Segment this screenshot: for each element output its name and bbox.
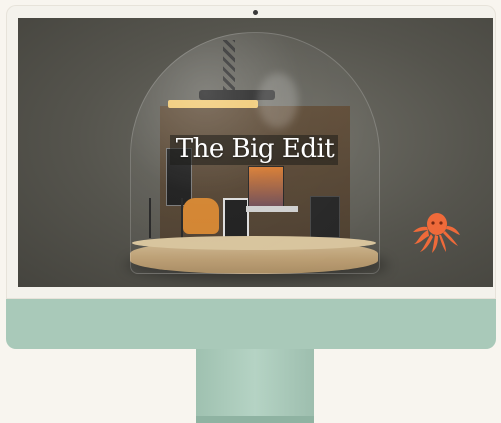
monitor-stand [196,349,314,423]
monitor-chin [6,299,496,349]
webcam-dot [253,10,258,15]
dome-highlight [258,73,298,128]
monitor-screen: The Big Edit [18,18,493,287]
monitor-stand-base [196,416,314,423]
hero-headline: The Big Edit [175,134,335,164]
octopus-icon [413,213,460,253]
